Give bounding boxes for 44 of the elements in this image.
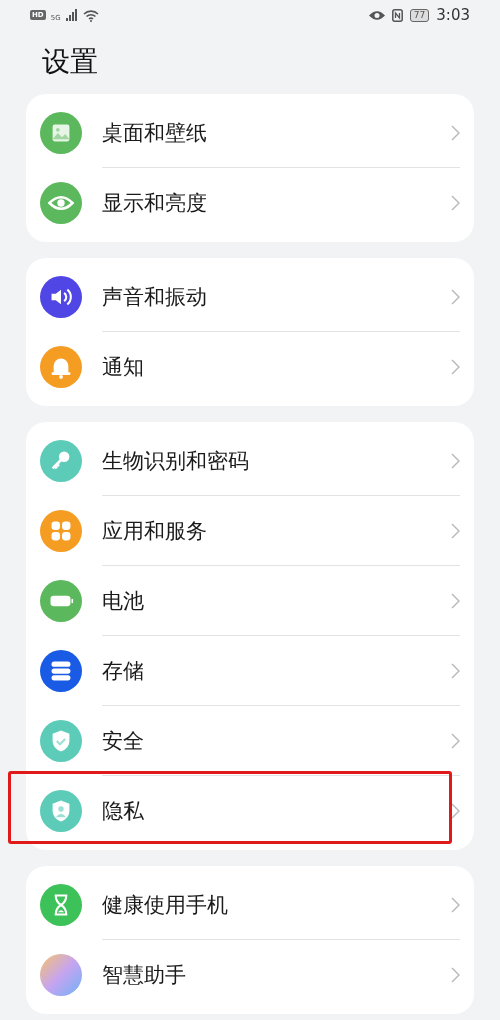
settings-item[interactable]: 应用和服务 xyxy=(26,496,474,566)
signal-icon xyxy=(65,9,78,21)
settings-item[interactable]: 通知 xyxy=(26,332,474,402)
chevron-icon xyxy=(451,288,460,305)
item-label: 安全 xyxy=(102,727,145,755)
item-label: 桌面和壁纸 xyxy=(102,119,208,147)
settings-item[interactable]: 显示和亮度 xyxy=(26,168,474,238)
chevron-icon xyxy=(451,522,460,539)
battery-indicator: 77 xyxy=(409,8,430,22)
item-label: 智慧助手 xyxy=(102,962,187,989)
nfc-icon xyxy=(391,8,403,22)
item-label: 存储 xyxy=(102,657,145,685)
item-label: 健康使用手机 xyxy=(102,891,229,919)
item-label: 生物识别和密码 xyxy=(102,447,250,475)
settings-item[interactable]: 隐私 xyxy=(26,776,474,846)
item-label: 显示和亮度 xyxy=(102,190,208,217)
item-label: 声音和振动 xyxy=(102,283,208,311)
chevron-icon xyxy=(451,967,460,983)
chevron-icon xyxy=(451,896,460,913)
settings-item[interactable]: 智慧助手 xyxy=(26,940,474,1010)
settings-item[interactable]: 声音和振动 xyxy=(26,262,474,332)
settings-item[interactable]: 健康使用手机 xyxy=(26,870,474,940)
page-title: 设置 xyxy=(41,44,99,80)
chevron-icon xyxy=(451,803,460,819)
settings-item[interactable]: 存储 xyxy=(26,636,474,706)
chevron-icon xyxy=(451,662,460,679)
eye-icon xyxy=(368,9,385,21)
chevron-icon xyxy=(451,732,460,749)
item-label: 隐私 xyxy=(102,798,145,825)
item-label: 通知 xyxy=(102,354,145,381)
item-label: 应用和服务 xyxy=(102,517,208,545)
settings-item[interactable]: 生物识别和密码 xyxy=(26,426,474,496)
chevron-icon xyxy=(451,592,460,609)
orb-icon xyxy=(40,954,82,996)
chevron-icon xyxy=(451,124,460,141)
wifi-icon xyxy=(82,8,99,22)
chevron-icon xyxy=(451,359,460,375)
clock-time: 3:03 xyxy=(436,6,470,24)
item-label: 电池 xyxy=(102,587,145,615)
chevron-icon xyxy=(451,452,460,469)
settings-item[interactable]: 安全 xyxy=(26,706,474,776)
chevron-icon xyxy=(451,195,460,211)
settings-item[interactable]: 电池 xyxy=(26,566,474,636)
settings-item[interactable]: 桌面和壁纸 xyxy=(26,98,474,168)
